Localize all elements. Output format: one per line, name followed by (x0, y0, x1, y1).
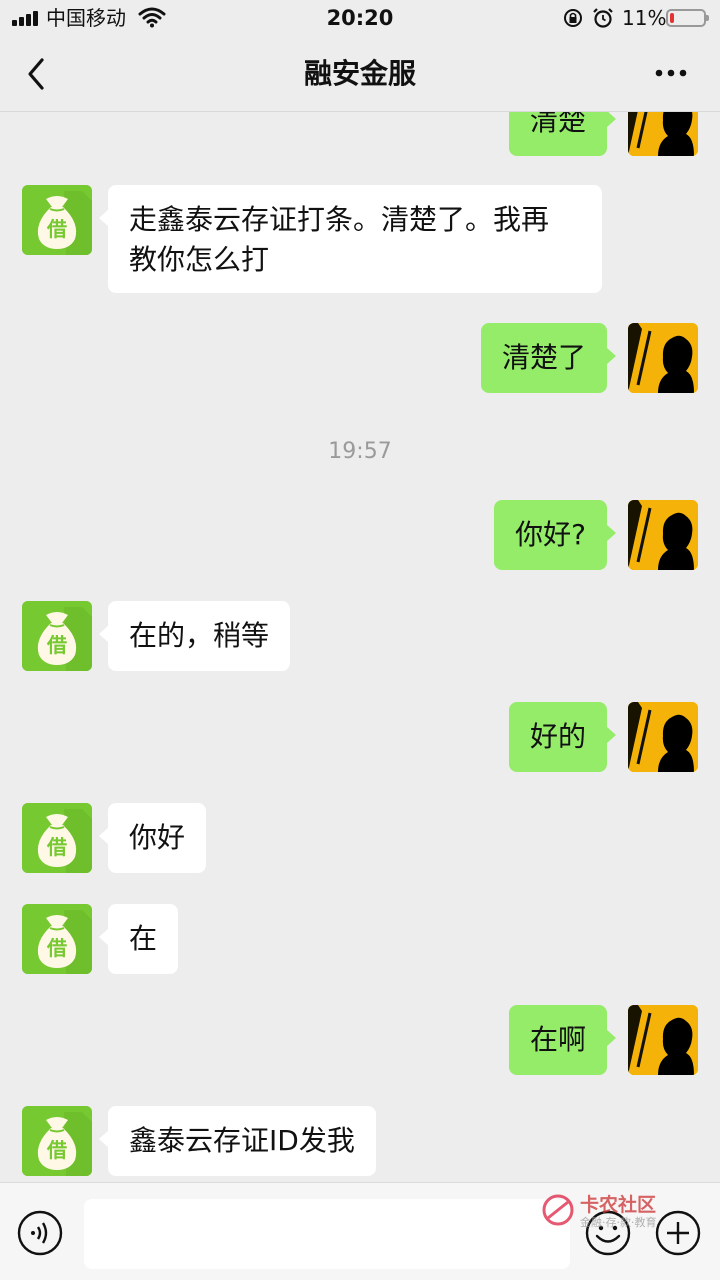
incoming-bubble[interactable]: 在 (98, 904, 179, 974)
avatar-label: 借 (47, 217, 67, 241)
incoming-bubble[interactable]: 在的，稍等 (98, 601, 291, 671)
contact-avatar[interactable]: 借 (22, 803, 92, 873)
my-avatar[interactable] (628, 112, 698, 156)
plus-icon[interactable] (654, 1209, 702, 1257)
watermark-logo-icon (542, 1194, 574, 1226)
contact-avatar[interactable]: 借 (22, 904, 92, 974)
avatar-label: 借 (47, 1138, 67, 1162)
outgoing-bubble[interactable]: 在啊 (508, 1005, 617, 1075)
battery-level (670, 13, 674, 23)
my-avatar[interactable] (628, 1005, 698, 1075)
battery-percent: 11% (622, 6, 667, 30)
my-avatar[interactable] (628, 702, 698, 772)
watermark-title: 卡农社区 (580, 1194, 657, 1216)
status-bar: 中国移动 20:20 11% (0, 0, 720, 36)
watermark: 卡农社区 金融·存·款·教育 (540, 1190, 660, 1230)
nav-bar: 融安金服 (0, 36, 720, 112)
message-list[interactable]: 清楚 借 走鑫泰云存证打条。清楚了。我再 教你怎么打 清楚了 19:57 你好?… (0, 112, 720, 1182)
timestamp-divider: 19:57 (328, 439, 392, 464)
outgoing-bubble[interactable]: 好的 (508, 702, 617, 772)
message-input[interactable] (84, 1199, 570, 1269)
my-avatar[interactable] (628, 500, 698, 570)
avatar-label: 借 (47, 835, 67, 859)
my-avatar[interactable] (628, 323, 698, 393)
avatar-label: 借 (47, 633, 67, 657)
watermark-subtitle: 金融·存·款·教育 (580, 1216, 657, 1229)
battery-icon (666, 9, 709, 27)
chat-title: 融安金服 (303, 57, 416, 90)
outgoing-bubble[interactable]: 清楚 (508, 112, 617, 156)
outgoing-bubble[interactable]: 清楚了 (480, 323, 617, 393)
avatar-label: 借 (47, 936, 67, 960)
voice-icon[interactable] (16, 1209, 64, 1257)
alarm-icon (593, 8, 613, 28)
contact-avatar[interactable]: 借 (22, 1106, 92, 1176)
incoming-bubble[interactable]: 走鑫泰云存证打条。清楚了。我再 教你怎么打 (99, 185, 602, 293)
more-dots-icon[interactable] (648, 58, 694, 88)
outgoing-bubble[interactable]: 你好? (494, 500, 616, 570)
contact-avatar[interactable]: 借 (22, 185, 92, 255)
contact-avatar[interactable]: 借 (22, 601, 92, 671)
rotation-lock-icon (564, 9, 582, 27)
incoming-bubble[interactable]: 鑫泰云存证ID发我 (99, 1106, 376, 1176)
incoming-bubble[interactable]: 你好 (98, 803, 207, 873)
